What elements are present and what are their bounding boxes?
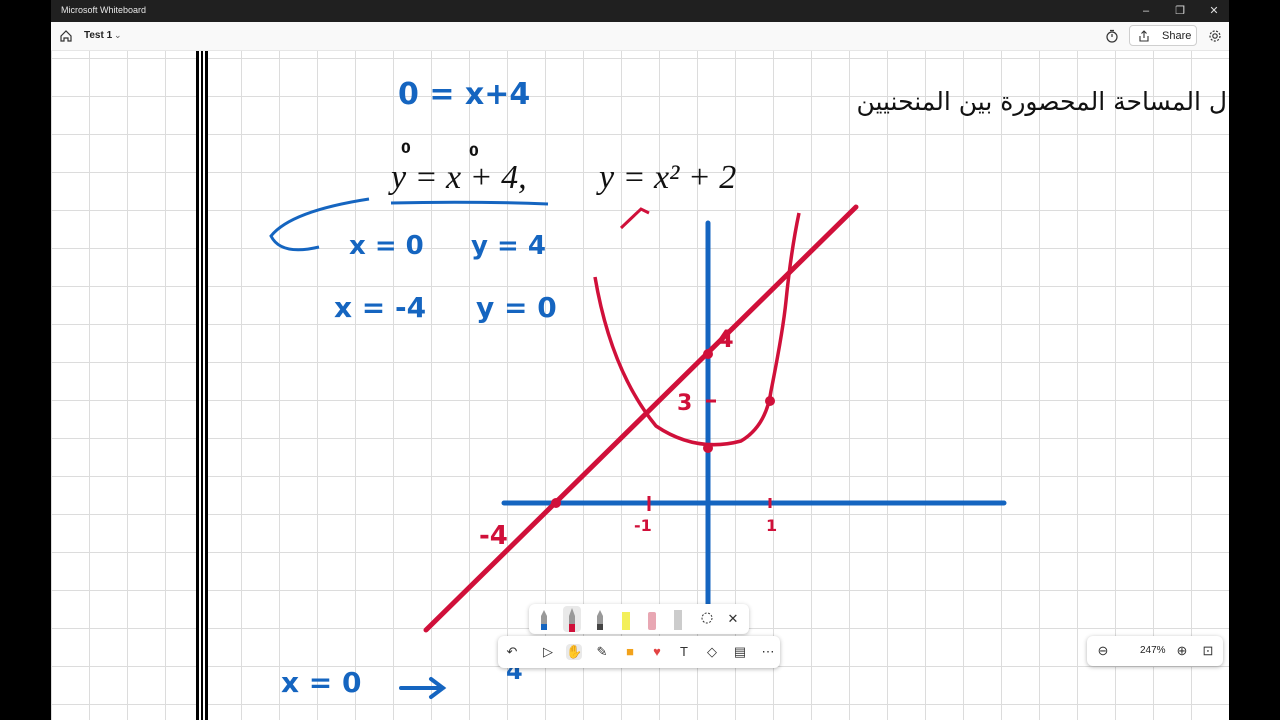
zoom-value: 247% — [1140, 645, 1166, 656]
label-1: 1 — [766, 516, 778, 535]
point-0-4 — [703, 349, 713, 359]
bottom-toolbar: ↶ ▷ ✋ ✎ ■ ♥ T ◇ ▤ ⋯ — [498, 636, 780, 668]
point-neg4-0 — [551, 498, 561, 508]
whiteboard-window: Microsoft Whiteboard – ❐ ✕ Test 1 ⌄ Shar… — [51, 0, 1229, 720]
document-name[interactable]: Test 1 — [84, 30, 112, 41]
text-icon[interactable]: T — [676, 644, 692, 660]
note-bottom-x: x = 0 — [281, 666, 362, 699]
timer-icon[interactable] — [1105, 29, 1119, 43]
label-y4: 4 — [717, 325, 734, 353]
pen-tray: ✕ — [529, 604, 749, 634]
gear-icon[interactable] — [1208, 29, 1222, 43]
home-icon[interactable] — [59, 29, 73, 43]
point-0-2 — [703, 443, 713, 453]
shapes-icon[interactable]: ◇ — [704, 644, 720, 660]
zoom-control: ⊖ 247% ⊕ ⊡ — [1087, 636, 1223, 666]
equation-underline — [390, 200, 549, 206]
lasso-icon[interactable] — [699, 611, 715, 627]
label-y3: 3 — [677, 391, 693, 416]
zoom-out-icon[interactable]: ⊖ — [1095, 643, 1111, 659]
fit-screen-icon[interactable]: ⊡ — [1200, 643, 1216, 659]
label-neg4: -4 — [479, 521, 508, 551]
zero-mark-x: 0 — [469, 144, 479, 160]
blue-pen-icon[interactable] — [537, 608, 551, 630]
eraser-icon[interactable] — [645, 608, 659, 630]
arrow-icon — [399, 677, 447, 699]
close-tray-icon[interactable]: ✕ — [725, 611, 741, 627]
point-1-3 — [765, 396, 775, 406]
note-top: 0 = x+4 — [398, 77, 531, 112]
window-title: Microsoft Whiteboard — [61, 5, 147, 15]
minimize-button[interactable]: – — [1129, 0, 1163, 22]
highlighter-icon[interactable] — [619, 608, 633, 630]
share-button[interactable]: Share — [1129, 25, 1197, 46]
more-icon[interactable]: ⋯ — [760, 644, 776, 660]
ruler-icon[interactable] — [671, 608, 685, 630]
app-bar: Test 1 ⌄ Share — [51, 22, 1229, 51]
select-icon[interactable]: ▷ — [540, 644, 556, 660]
red-pen-icon[interactable] — [563, 606, 581, 632]
pan-hand-icon[interactable]: ✋ — [566, 644, 582, 660]
reaction-heart-icon[interactable]: ♥ — [649, 644, 665, 660]
zero-mark-y: 0 — [401, 141, 411, 157]
note-row1-x: x = 0 — [349, 231, 424, 261]
close-button[interactable]: ✕ — [1197, 0, 1229, 22]
note-row1-y: y = 4 — [471, 231, 546, 261]
share-icon — [1139, 30, 1149, 42]
label-neg1: -1 — [634, 516, 652, 535]
red-line-graph — [423, 204, 859, 633]
note-row2-y: y = 0 — [476, 291, 557, 324]
maximize-button[interactable]: ❐ — [1163, 0, 1197, 22]
templates-icon[interactable]: ▤ — [732, 644, 748, 660]
share-label: Share — [1162, 30, 1192, 42]
zoom-in-icon[interactable]: ⊕ — [1174, 643, 1190, 659]
chevron-down-icon[interactable]: ⌄ — [114, 30, 122, 41]
red-parabola — [593, 212, 801, 447]
grey-pen-icon[interactable] — [593, 608, 607, 630]
pen-icon[interactable]: ✎ — [594, 644, 610, 660]
note-row2-x: x = -4 — [334, 291, 427, 324]
title-bar: Microsoft Whiteboard – ❐ ✕ — [51, 0, 1229, 22]
sticky-note-icon[interactable]: ■ — [622, 644, 638, 660]
squiggle-mark — [619, 207, 650, 230]
screen: Microsoft Whiteboard – ❐ ✕ Test 1 ⌄ Shar… — [0, 0, 1280, 720]
undo-icon[interactable]: ↶ — [504, 644, 520, 660]
